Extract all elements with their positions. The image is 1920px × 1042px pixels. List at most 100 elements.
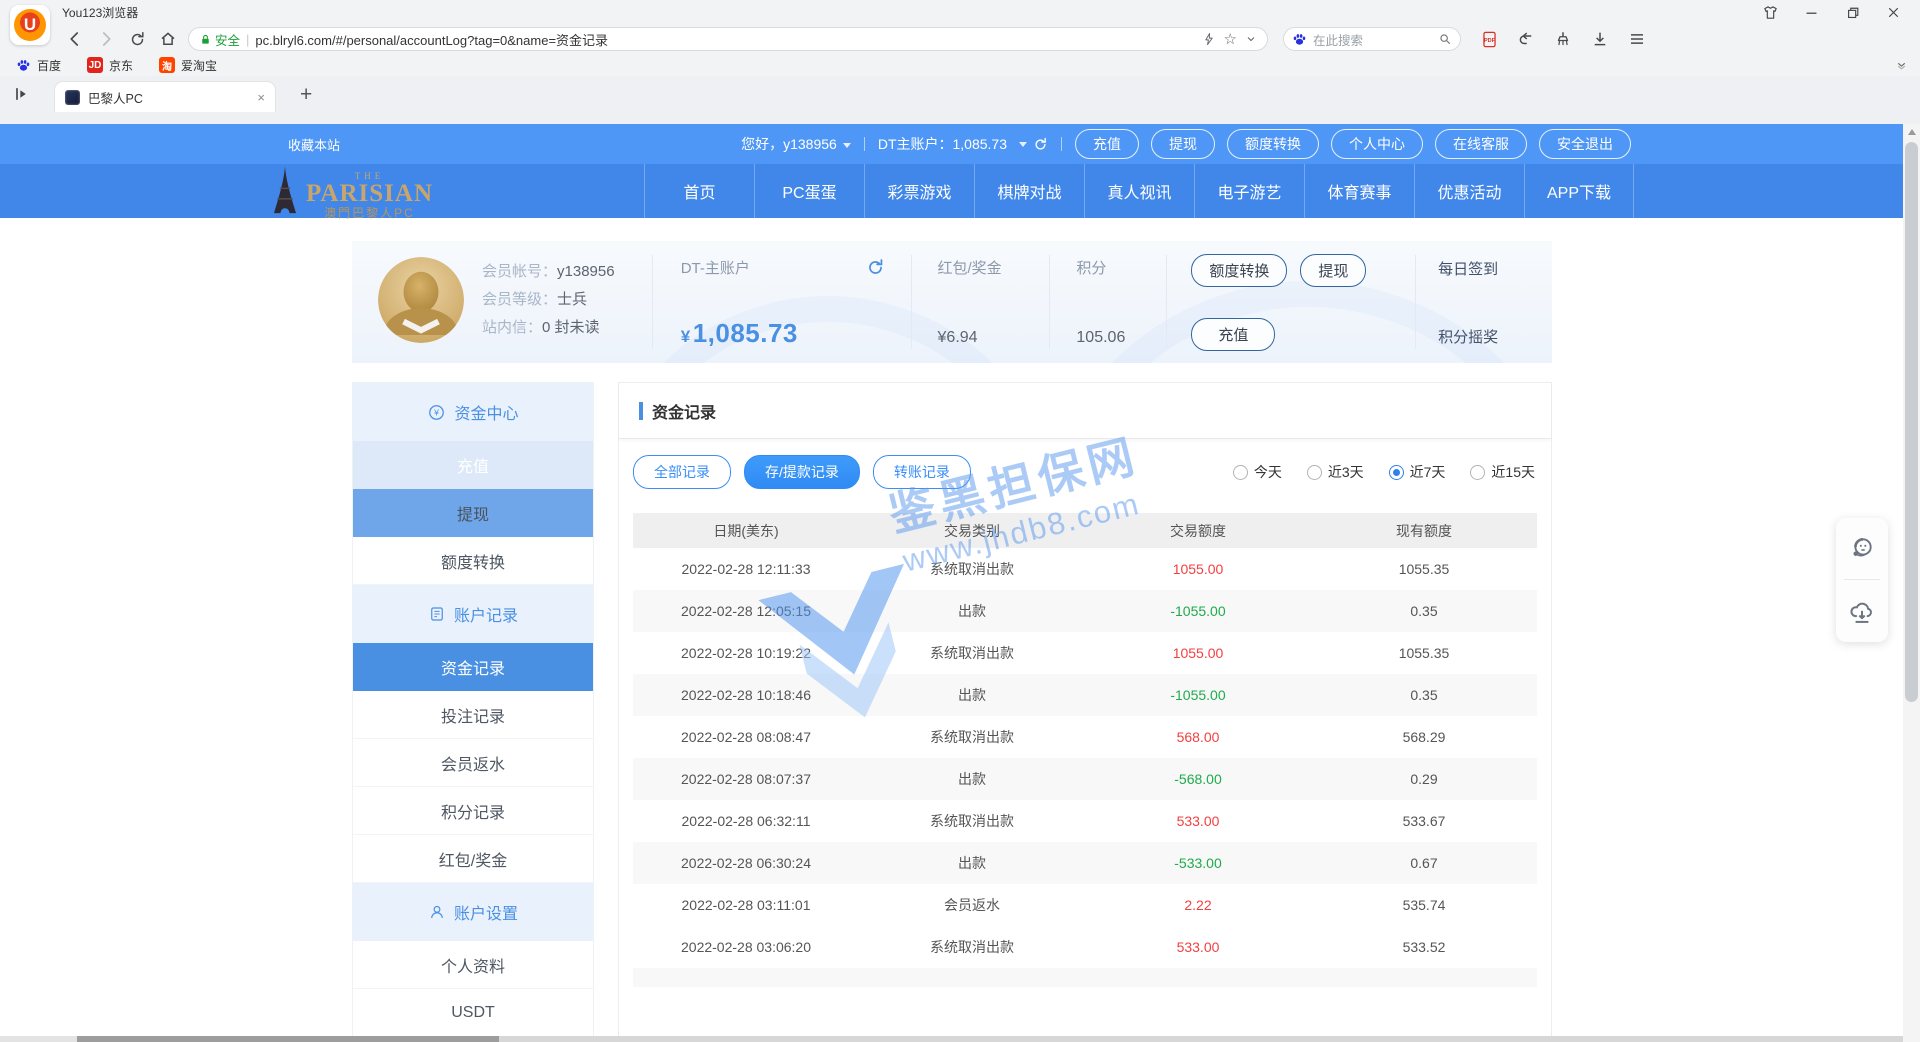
new-tab-button[interactable]: + bbox=[300, 84, 312, 105]
type-cell: 系统取消出款 bbox=[859, 559, 1085, 579]
cleaner-icon[interactable] bbox=[1552, 28, 1574, 50]
withdraw-button[interactable]: 提现 bbox=[1300, 254, 1366, 287]
transfer-button[interactable]: 额度转换 bbox=[1191, 254, 1287, 287]
site-logo[interactable]: THE PARISIAN 澳門巴黎人PC bbox=[268, 165, 433, 217]
back-icon[interactable] bbox=[64, 28, 86, 50]
deposit-button[interactable]: 充值 bbox=[1191, 318, 1275, 351]
address-bar[interactable]: 安全 | pc.blryl6.com/#/personal/accountLog… bbox=[188, 27, 1268, 51]
sidebar-item-label: 投注记录 bbox=[441, 703, 505, 727]
site-topbar: 收藏本站 您好，y138956 DT主账户：1,085.73 充值提现额度转换个… bbox=[0, 124, 1903, 164]
scrollbar-up-icon[interactable] bbox=[1903, 124, 1920, 140]
customer-service-icon[interactable] bbox=[1836, 520, 1888, 576]
range-option-0[interactable]: 今天 bbox=[1233, 462, 1282, 482]
radio-unselected-icon[interactable] bbox=[1233, 465, 1248, 480]
browser-tab[interactable]: 巴黎人PC × bbox=[54, 81, 276, 112]
main-account[interactable]: DT主账户：1,085.73 bbox=[878, 134, 1048, 154]
bookmark-jd[interactable]: JD 京东 bbox=[87, 57, 133, 74]
nav-item-2[interactable]: 彩票游戏 bbox=[864, 164, 974, 218]
type-cell: 系统取消出款 bbox=[859, 937, 1085, 957]
sidebar-item-9[interactable]: 红包/奖金 bbox=[353, 835, 593, 883]
sidebar-item-5[interactable]: 资金记录 bbox=[353, 643, 593, 691]
topbar-button-1[interactable]: 提现 bbox=[1151, 129, 1215, 159]
restore-icon[interactable] bbox=[1844, 4, 1861, 21]
sidebar-item-6[interactable]: 投注记录 bbox=[353, 691, 593, 739]
sidebar-item-3[interactable]: 额度转换 bbox=[353, 537, 593, 585]
sidebar-item-1[interactable]: 充值 bbox=[353, 441, 593, 489]
sidebar-item-7[interactable]: 会员返水 bbox=[353, 739, 593, 787]
amount-cell: 1055.00 bbox=[1085, 645, 1311, 661]
search-box[interactable]: 在此搜索 bbox=[1283, 27, 1461, 51]
record-tab-2[interactable]: 转账记录 bbox=[873, 455, 971, 489]
refresh-icon[interactable] bbox=[126, 28, 148, 50]
type-cell: 出款 bbox=[859, 601, 1085, 621]
jd-icon: JD bbox=[87, 57, 103, 73]
titlebar: You123浏览器 bbox=[0, 0, 1920, 24]
scrollbar-thumb[interactable] bbox=[1905, 142, 1918, 702]
address-dropdown-icon[interactable] bbox=[1245, 33, 1257, 45]
nav-item-1[interactable]: PC蛋蛋 bbox=[754, 164, 864, 218]
date-cell: 2022-02-28 06:32:11 bbox=[633, 813, 859, 829]
sidebar-item-12[interactable]: USDT bbox=[353, 989, 593, 1037]
radio-unselected-icon[interactable] bbox=[1307, 465, 1322, 480]
sidebar-item-11[interactable]: 个人资料 bbox=[353, 941, 593, 989]
greeting[interactable]: 您好，y138956 bbox=[741, 134, 851, 154]
points-lottery-link[interactable]: 积分摇奖 bbox=[1438, 326, 1552, 347]
balance-cell: 535.74 bbox=[1311, 897, 1537, 913]
page-title: 资金记录 bbox=[652, 399, 716, 423]
range-option-2[interactable]: 近7天 bbox=[1389, 462, 1446, 482]
refresh-balance-icon[interactable] bbox=[1033, 137, 1048, 152]
topbar-button-2[interactable]: 额度转换 bbox=[1227, 129, 1319, 159]
topbar-button-0[interactable]: 充值 bbox=[1075, 129, 1139, 159]
undo-icon[interactable] bbox=[1515, 28, 1537, 50]
sidebar-section-4[interactable]: 账户记录 bbox=[353, 585, 593, 643]
sidebar-item-8[interactable]: 积分记录 bbox=[353, 787, 593, 835]
date-cell: 2022-02-28 03:11:01 bbox=[633, 897, 859, 913]
topbar-button-4[interactable]: 在线客服 bbox=[1435, 129, 1527, 159]
wallet-refresh-icon[interactable] bbox=[866, 258, 885, 277]
range-option-3[interactable]: 近15天 bbox=[1470, 462, 1535, 482]
record-tab-0[interactable]: 全部记录 bbox=[633, 455, 731, 489]
nav-item-7[interactable]: 优惠活动 bbox=[1414, 164, 1524, 218]
menu-icon[interactable] bbox=[1626, 28, 1648, 50]
nav-item-5[interactable]: 电子游艺 bbox=[1194, 164, 1304, 218]
bookmark-star-icon[interactable]: ☆ bbox=[1224, 32, 1237, 47]
bookmark-baidu[interactable]: 百度 bbox=[16, 57, 61, 74]
close-icon[interactable] bbox=[1885, 4, 1902, 21]
record-tab-1[interactable]: 存/提款记录 bbox=[744, 455, 860, 489]
radio-selected-icon[interactable] bbox=[1389, 465, 1404, 480]
browser-logo[interactable]: U bbox=[10, 5, 50, 45]
nav-item-8[interactable]: APP下载 bbox=[1524, 164, 1634, 218]
nav-item-4[interactable]: 真人视讯 bbox=[1084, 164, 1194, 218]
topbar-button-3[interactable]: 个人中心 bbox=[1331, 129, 1423, 159]
minimize-icon[interactable] bbox=[1803, 4, 1820, 21]
tab-sidebar-toggle-icon[interactable] bbox=[12, 84, 32, 104]
radio-unselected-icon[interactable] bbox=[1470, 465, 1485, 480]
cloud-download-icon[interactable] bbox=[1836, 584, 1888, 640]
tab-close-icon[interactable]: × bbox=[257, 90, 265, 105]
search-icon[interactable] bbox=[1438, 32, 1452, 46]
download-icon[interactable] bbox=[1589, 28, 1611, 50]
favorite-site-link[interactable]: 收藏本站 bbox=[288, 135, 340, 154]
daily-signin-link[interactable]: 每日签到 bbox=[1438, 258, 1552, 279]
nav-item-6[interactable]: 体育赛事 bbox=[1304, 164, 1414, 218]
table-row: 2022-02-28 08:08:47系统取消出款568.00568.29 bbox=[633, 716, 1537, 758]
inbox-row[interactable]: 站内信：0 封未读 bbox=[482, 316, 615, 337]
topbar-button-5[interactable]: 安全退出 bbox=[1539, 129, 1631, 159]
page-scrollbar[interactable] bbox=[1903, 124, 1920, 1042]
quick-launch-icon[interactable] bbox=[1202, 32, 1216, 46]
sidebar-item-2[interactable]: 提现 bbox=[353, 489, 593, 537]
bookmarks-collapse-icon[interactable] bbox=[1895, 59, 1920, 72]
sidebar-section-10[interactable]: 账户设置 bbox=[353, 883, 593, 941]
sidebar-item-label: 账户记录 bbox=[454, 602, 518, 626]
home-icon[interactable] bbox=[157, 28, 179, 50]
type-cell: 系统取消出款 bbox=[859, 643, 1085, 663]
range-option-1[interactable]: 近3天 bbox=[1307, 462, 1364, 482]
bookmark-taobao[interactable]: 淘 爱淘宝 bbox=[159, 57, 217, 74]
nav-item-3[interactable]: 棋牌对战 bbox=[974, 164, 1084, 218]
sidebar-section-0[interactable]: ¥资金中心 bbox=[353, 383, 593, 441]
forward-icon[interactable] bbox=[95, 28, 117, 50]
date-cell: 2022-02-28 10:19:22 bbox=[633, 645, 859, 661]
theme-shirt-icon[interactable] bbox=[1762, 4, 1779, 21]
nav-item-0[interactable]: 首页 bbox=[644, 164, 754, 218]
pdf-tool-icon[interactable]: PDF bbox=[1478, 28, 1500, 50]
